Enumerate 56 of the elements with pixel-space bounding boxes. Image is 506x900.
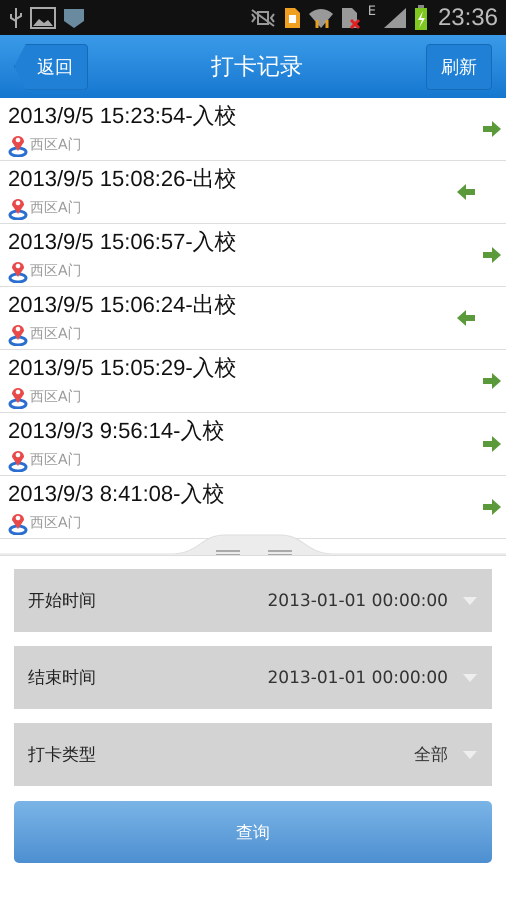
page-title: 打卡记录 [211, 53, 303, 82]
record-time: 2013/9/5 15:23:54-入校 [8, 102, 238, 130]
left-arrow-icon [456, 184, 476, 200]
record-row[interactable]: 2013/9/3 9:56:14-入校 西区A门 [0, 413, 506, 476]
clock-time: 23:36 [438, 4, 498, 32]
field-value: 2013-01-01 00:00:00 [267, 590, 448, 610]
location-pin-icon [8, 448, 28, 472]
field-label: 开始时间 [28, 590, 97, 612]
location-text: 西区A门 [30, 451, 82, 469]
record-time: 2013/9/5 15:05:29-入校 [8, 354, 238, 382]
no-sd-card-icon [340, 6, 362, 30]
record-time: 2013/9/3 8:41:08-入校 [8, 480, 226, 508]
location-text: 西区A门 [30, 136, 82, 154]
right-arrow-icon [482, 436, 502, 452]
right-arrow-icon [482, 121, 502, 137]
location-pin-icon [8, 511, 28, 535]
dropdown-caret-icon [462, 672, 478, 682]
location-pin-icon [8, 385, 28, 409]
location-text: 西区A门 [30, 388, 82, 406]
dropdown-field[interactable]: 结束时间 2013-01-01 00:00:00 [14, 646, 492, 709]
location-text: 西区A门 [30, 199, 82, 217]
dropdown-field[interactable]: 开始时间 2013-01-01 00:00:00 [14, 569, 492, 632]
right-arrow-icon [482, 373, 502, 389]
record-row[interactable]: 2013/9/5 15:06:24-出校 西区A门 [0, 287, 506, 350]
location-text: 西区A门 [30, 514, 82, 532]
record-row[interactable]: 2013/9/5 15:06:57-入校 西区A门 [0, 224, 506, 287]
location-pin-icon [8, 133, 28, 157]
signal-icon [382, 6, 408, 30]
record-row[interactable]: 2013/9/5 15:23:54-入校 西区A门 [0, 98, 506, 161]
dropdown-caret-icon [462, 750, 478, 760]
network-type: E [368, 4, 376, 19]
record-time: 2013/9/5 15:06:24-出校 [8, 291, 238, 319]
location-pin-icon [8, 322, 28, 346]
usb-icon [8, 6, 24, 30]
field-label: 打卡类型 [28, 744, 97, 766]
dropdown-field[interactable]: 打卡类型 全部 [14, 723, 492, 786]
record-row[interactable]: 2013/9/5 15:08:26-出校 西区A门 [0, 161, 506, 224]
location-text: 西区A门 [30, 325, 82, 343]
record-time: 2013/9/5 15:08:26-出校 [8, 165, 238, 193]
field-label: 结束时间 [28, 667, 97, 689]
refresh-button[interactable]: 刷新 [426, 44, 492, 90]
record-time: 2013/9/5 15:06:57-入校 [8, 228, 238, 256]
location-pin-icon [8, 196, 28, 220]
location-text: 西区A门 [30, 262, 82, 280]
left-arrow-icon [456, 310, 476, 326]
image-icon [30, 6, 56, 30]
battery-charging-icon [414, 4, 428, 30]
back-button[interactable]: 返回 [14, 44, 88, 90]
right-arrow-icon [482, 499, 502, 515]
location-pin-icon [8, 259, 28, 283]
field-value: 全部 [414, 744, 448, 766]
field-value: 2013-01-01 00:00:00 [267, 668, 448, 688]
record-time: 2013/9/3 9:56:14-入校 [8, 417, 226, 445]
dropdown-caret-icon [462, 596, 478, 606]
record-row[interactable]: 2013/9/5 15:05:29-入校 西区A门 [0, 350, 506, 413]
right-arrow-icon [482, 247, 502, 263]
